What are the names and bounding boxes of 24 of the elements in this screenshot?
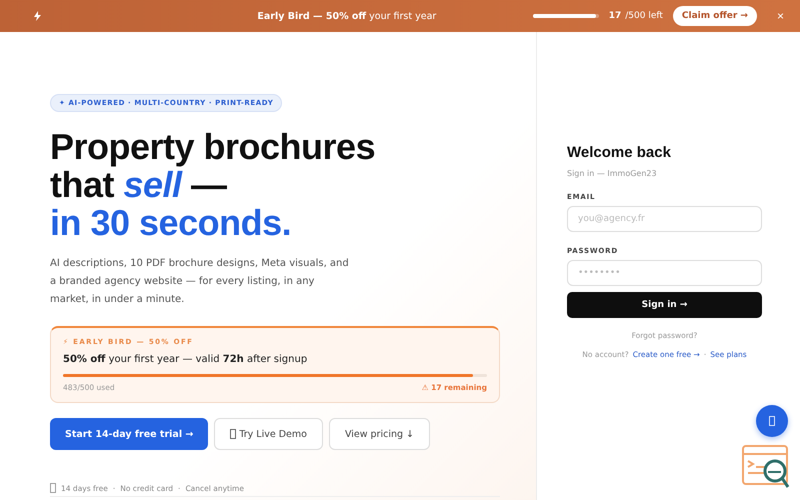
code-search-icon[interactable] [742,445,790,489]
offer-text: 50% off your first year — valid 72h after signup [63,354,308,365]
missing-glyph-icon [50,483,56,493]
missing-glyph-icon [769,416,775,426]
remaining-count: 17 [608,11,622,21]
secondary-button[interactable]: Try Live Demo [214,418,323,450]
trial-button[interactable]: Start 14-day free trial → [50,418,208,450]
headline: Property brochures [50,128,376,166]
headline: in 30 seconds. [50,204,292,242]
headline: that sell — [50,166,228,204]
progress-bar [532,14,599,18]
login-subtitle: Sign in — ImmoGen23 [567,168,658,178]
description: AI descriptions, 10 PDF brochure designs, Meta visuals, and a branded agency website — for every listing, in any market, in under a minute. [50,257,350,307]
sign-in-button[interactable]: Sign in → [567,292,762,318]
claim-offer-button[interactable]: Claim offer → [672,6,757,26]
banner-message: Early Bird — 50% off your first year [256,10,438,22]
input-field[interactable]: •••••••• [567,260,762,286]
lightning-icon [34,11,41,21]
chat-button[interactable] [756,405,788,437]
input-field[interactable]: you@agency.fr [567,206,762,232]
count-suffix: /500 left [625,11,663,21]
login-title: Welcome back [567,144,672,160]
close-button[interactable]: × [776,9,784,23]
secondary-button[interactable]: View pricing ↓ [328,418,430,450]
